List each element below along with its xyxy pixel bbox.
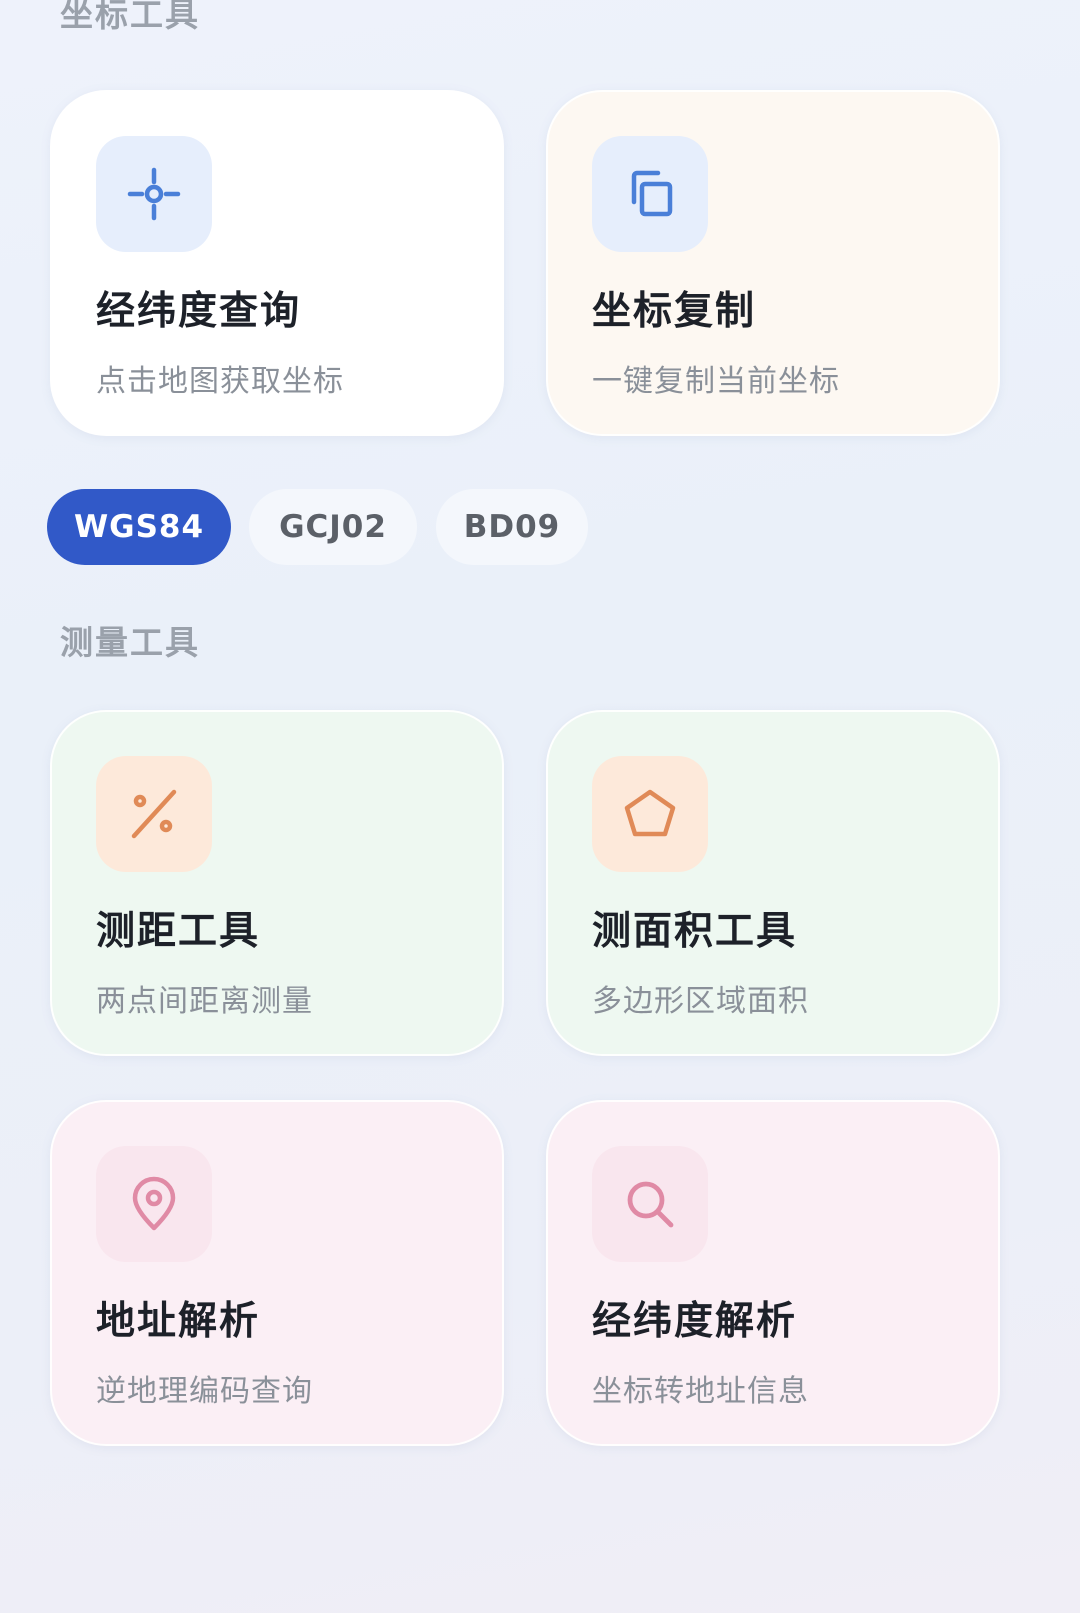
card-description: 两点间距离测量 [96,984,313,1019]
section-title-measure-tools: 测量工具 [60,623,200,662]
card-description: 多边形区域面积 [592,984,809,1019]
card-description: 点击地图获取坐标 [96,364,344,399]
pentagon-icon [592,756,708,872]
card-title: 测面积工具 [592,909,798,954]
card-address-parse[interactable]: 地址解析 逆地理编码查询 [50,1100,504,1446]
card-coord-copy[interactable]: 坐标复制 一键复制当前坐标 [546,90,1000,436]
card-description: 逆地理编码查询 [96,1374,313,1409]
card-area-tool[interactable]: 测面积工具 多边形区域面积 [546,710,1000,1056]
card-title: 经纬度解析 [592,1299,798,1344]
card-title: 坐标复制 [592,289,757,334]
card-description: 坐标转地址信息 [592,1374,809,1409]
coord-system-gcj02-chip[interactable]: GCJ02 [249,489,417,565]
card-title: 经纬度查询 [96,289,302,334]
coord-system-wgs84-chip[interactable]: WGS84 [47,489,231,565]
card-latlng-parse[interactable]: 经纬度解析 坐标转地址信息 [546,1100,1000,1446]
crosshair-icon [96,136,212,252]
card-title: 地址解析 [96,1299,261,1344]
card-title: 测距工具 [96,909,261,954]
section-title-coord-tools: 坐标工具 [60,0,200,34]
card-description: 一键复制当前坐标 [592,364,840,399]
location-pin-icon [96,1146,212,1262]
percent-icon [96,756,212,872]
coord-system-bd09-chip[interactable]: BD09 [436,489,588,565]
card-latlng-query[interactable]: 经纬度查询 点击地图获取坐标 [50,90,504,436]
copy-icon [592,136,708,252]
search-icon [592,1146,708,1262]
card-distance-tool[interactable]: 测距工具 两点间距离测量 [50,710,504,1056]
